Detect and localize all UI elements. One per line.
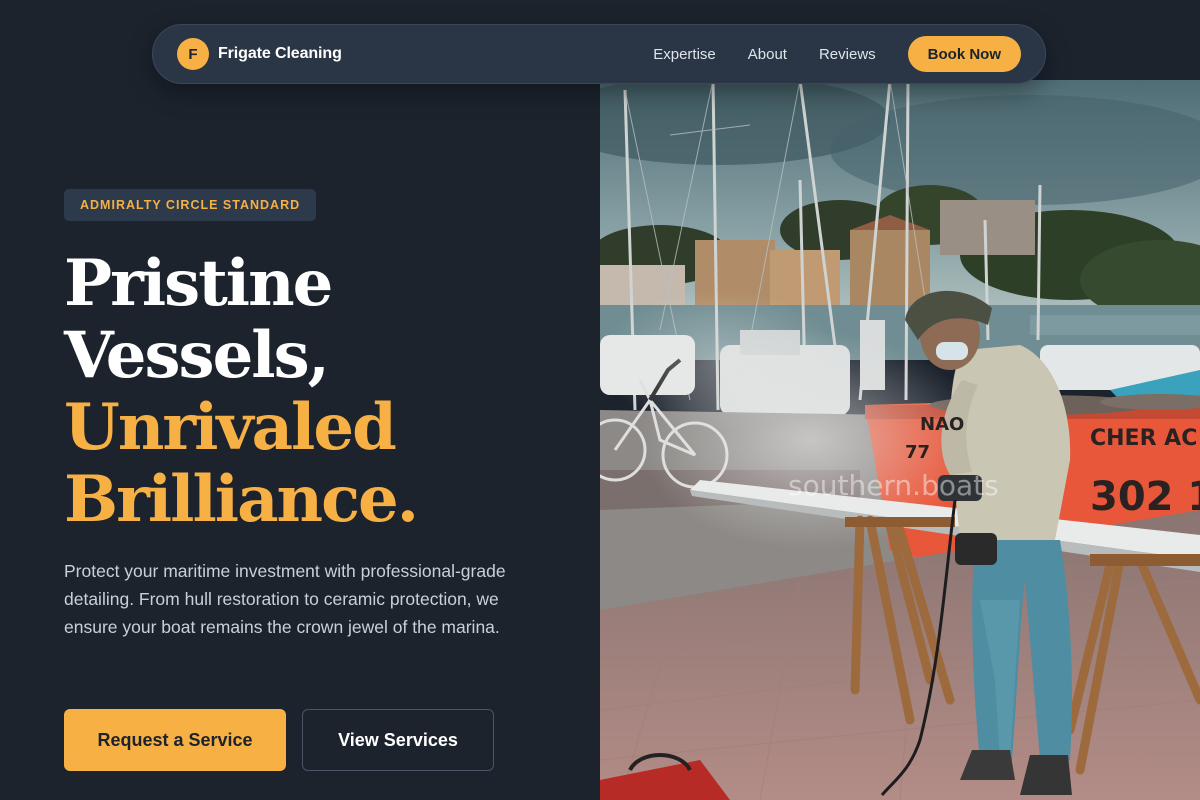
skip-lettering-number: 302 1 [1090,474,1200,520]
headline-accent-line-2: Brilliance. [64,462,419,537]
nav-link-reviews[interactable]: Reviews [819,46,876,63]
hero-headline: Pristine Vessels, Unrivaled Brilliance. [64,246,419,537]
request-service-button[interactable]: Request a Service [64,709,286,771]
brand-logo-icon: F [177,38,209,70]
hero-badge: ADMIRALTY CIRCLE STANDARD [64,189,317,221]
book-now-button[interactable]: Book Now [907,36,1021,72]
brand-name: Frigate Cleaning [218,45,342,62]
navbar: F Frigate Cleaning Expertise About Revie… [152,24,1046,84]
skip-lettering-cher: CHER AC [1090,426,1197,451]
nav-links: Expertise About Reviews Book Now [653,36,1045,72]
skip-lettering-nao: NAO [920,414,964,435]
hero-lead-text: Protect your maritime investment with pr… [64,561,506,637]
view-services-button[interactable]: View Services [302,709,494,771]
headline-accent-line-1: Unrivaled [64,390,397,465]
nav-link-expertise[interactable]: Expertise [653,46,716,63]
hero-photo: NAO 77 CHER AC 302 1 southern.boats [600,80,1200,800]
skip-lettering-77: 77 [905,442,930,463]
headline-line-2: Vessels, [64,318,330,393]
brand-link[interactable]: F Frigate Cleaning [177,38,342,70]
photo-watermark: southern.boats [788,469,999,502]
nav-link-about[interactable]: About [748,46,787,63]
headline-line-1: Pristine [64,246,333,321]
landing-page: NAO 77 CHER AC 302 1 southern.boats F Fr… [0,0,1200,800]
